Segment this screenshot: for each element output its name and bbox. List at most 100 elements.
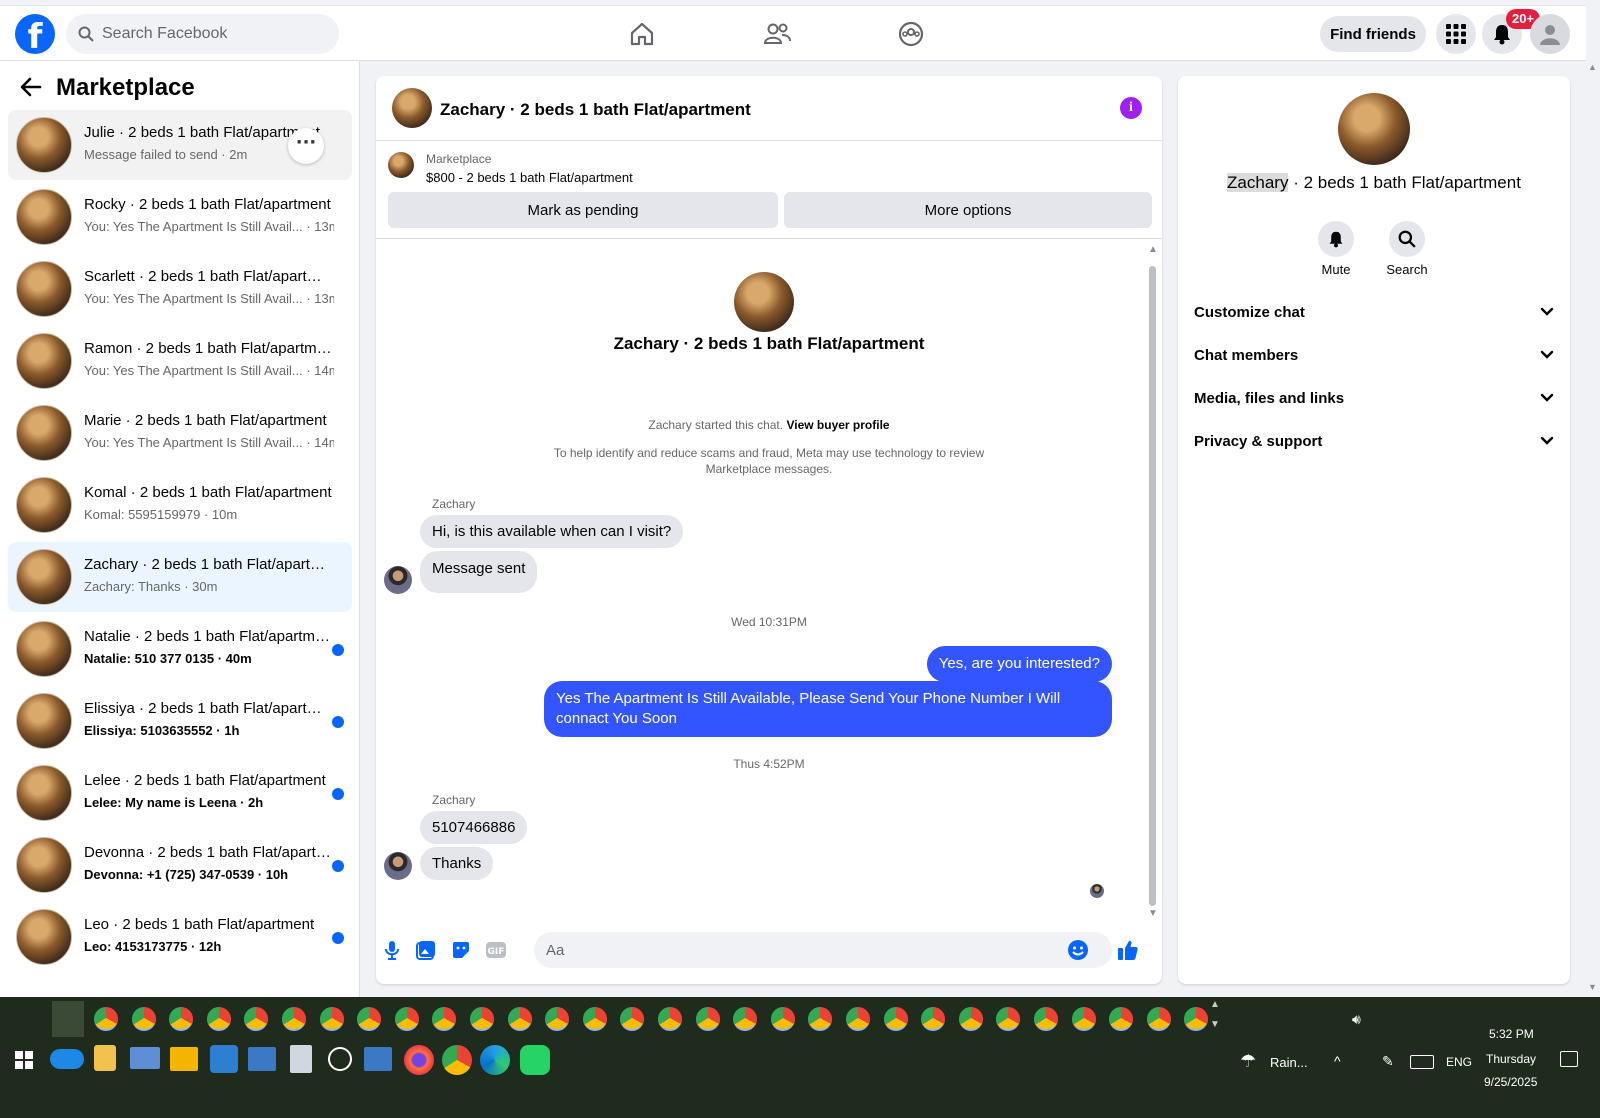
facebook-logo[interactable]: f — [15, 14, 55, 54]
onedrive-icon[interactable] — [50, 1049, 84, 1069]
friends-icon[interactable] — [761, 18, 793, 50]
chrome-icon[interactable] — [442, 1045, 472, 1075]
chrome-window-icon[interactable] — [1146, 1007, 1171, 1031]
conversation-item[interactable]: Lelee · 2 beds 1 bath Flat/apartment Lele… — [8, 758, 352, 828]
chrome-window-icon[interactable] — [545, 1007, 570, 1031]
chrome-window-icon[interactable] — [244, 1007, 269, 1031]
settings-window-icon[interactable] — [364, 1047, 392, 1071]
home-icon[interactable] — [626, 18, 658, 50]
chrome-window-icon[interactable] — [733, 1007, 758, 1031]
chat-header-avatar[interactable] — [392, 88, 432, 128]
chrome-window-icon[interactable] — [808, 1007, 833, 1031]
conversation-item[interactable]: Scarlett · 2 beds 1 bath Flat/apartment Y… — [8, 254, 352, 324]
chrome-window-icon[interactable] — [883, 1007, 908, 1031]
sender-avatar[interactable] — [384, 852, 412, 880]
info-section[interactable]: Privacy & support — [1194, 423, 1554, 459]
pen-icon[interactable]: ✎ — [1382, 1053, 1394, 1070]
chrome-window-icon[interactable] — [94, 1007, 118, 1031]
conversation-item[interactable]: Natalie · 2 beds 1 bath Flat/apartment Na… — [8, 614, 352, 684]
outgoing-message[interactable]: Yes The Apartment Is Still Available, Pl… — [544, 681, 1112, 737]
clock-date[interactable]: 9/25/2025 — [1484, 1075, 1537, 1089]
chrome-window-icon[interactable] — [470, 1007, 494, 1031]
chrome-window-icon[interactable] — [507, 1007, 532, 1031]
chat-title[interactable]: Zachary · 2 beds 1 bath Flat/apartment — [440, 100, 751, 120]
groups-icon[interactable] — [895, 18, 927, 50]
chrome-window-icon[interactable] — [695, 1007, 720, 1031]
view-buyer-profile-link[interactable]: View buyer profile — [786, 418, 889, 432]
mute-bell-icon[interactable] — [1318, 221, 1354, 257]
gif-icon[interactable]: GIF — [484, 938, 508, 962]
scroll-down-arrow-icon[interactable]: ▼ — [1148, 908, 1158, 919]
chrome-window-icon[interactable] — [958, 1007, 983, 1031]
photo-icon[interactable] — [414, 938, 438, 962]
search-box[interactable] — [66, 14, 339, 54]
volume-icon[interactable]: 🔊︎ — [1352, 1011, 1361, 1028]
windows-start-icon[interactable] — [15, 1051, 33, 1074]
clock-day[interactable]: Thursday — [1486, 1052, 1536, 1066]
sticker-icon[interactable] — [449, 938, 473, 962]
file-explorer-user-icon[interactable] — [94, 1045, 116, 1071]
this-pc-icon[interactable] — [130, 1047, 160, 1069]
chrome-window-icon[interactable] — [770, 1007, 795, 1031]
folder-icon[interactable] — [170, 1047, 198, 1071]
page-scroll-down-arrow-icon[interactable]: ▼ — [1588, 982, 1597, 992]
info-icon[interactable]: i — [1120, 97, 1142, 119]
chrome-window-icon[interactable] — [620, 1007, 645, 1031]
conversation-item[interactable]: Ramon · 2 beds 1 bath Flat/apartment You:… — [8, 326, 352, 396]
control-panel-icon[interactable] — [248, 1047, 276, 1071]
chrome-window-icon[interactable] — [394, 1007, 419, 1031]
chrome-window-icon[interactable] — [357, 1007, 382, 1031]
chrome-window-icon[interactable] — [169, 1007, 194, 1031]
chrome-window-icon[interactable] — [432, 1007, 457, 1031]
weather-icon[interactable]: ☂ — [1240, 1051, 1256, 1072]
incoming-message[interactable]: 5107466886 — [420, 811, 528, 844]
back-arrow-icon[interactable] — [20, 77, 42, 102]
app-circle-icon[interactable] — [328, 1047, 352, 1071]
conversation-item[interactable]: Komal · 2 beds 1 bath Flat/apartment Koma… — [8, 470, 352, 540]
search-in-chat-icon[interactable] — [1389, 221, 1425, 257]
chrome-window-icon[interactable] — [996, 1007, 1021, 1031]
more-options-button[interactable]: More options — [784, 192, 1152, 228]
incoming-message[interactable]: Message sent — [420, 551, 538, 593]
thumbs-up-icon[interactable] — [1116, 938, 1140, 962]
conversation-item[interactable]: Devonna · 2 beds 1 bath Flat/apartment De… — [8, 830, 352, 900]
chrome-window-icon[interactable] — [1109, 1007, 1134, 1031]
find-friends-button[interactable]: Find friends — [1320, 16, 1426, 52]
chrome-window-icon[interactable] — [1184, 1007, 1209, 1031]
listing-thumbnail[interactable] — [388, 152, 414, 178]
message-input[interactable] — [546, 941, 1066, 959]
taskbar-scroll-up-icon[interactable]: ▲ — [1210, 999, 1220, 1010]
firefox-icon[interactable] — [404, 1045, 434, 1075]
microphone-icon[interactable] — [380, 938, 404, 962]
menu-grid-icon[interactable] — [1436, 14, 1476, 54]
message-composer[interactable] — [534, 932, 1112, 968]
scrollbar-thumb[interactable] — [1149, 266, 1156, 906]
tray-chevron-icon[interactable]: ^ — [1334, 1053, 1341, 1069]
chrome-window-icon[interactable] — [846, 1007, 870, 1031]
chrome-window-icon[interactable] — [1034, 1007, 1058, 1031]
notification-center-icon[interactable] — [1560, 1051, 1578, 1067]
recycle-bin-icon[interactable] — [290, 1045, 312, 1073]
chrome-window-icon[interactable] — [282, 1007, 306, 1031]
weather-text[interactable]: Rain... — [1270, 1055, 1308, 1070]
mark-as-pending-button[interactable]: Mark as pending — [388, 192, 778, 228]
chrome-window-icon[interactable] — [206, 1007, 231, 1031]
conversation-item[interactable]: Leo · 2 beds 1 bath Flat/apartment Leo: 4… — [8, 902, 352, 972]
scroll-up-arrow-icon[interactable]: ▲ — [1148, 244, 1158, 255]
conversation-item[interactable]: Rocky · 2 beds 1 bath Flat/apartment You:… — [8, 182, 352, 252]
incoming-message[interactable]: Hi, is this available when can I visit? — [420, 515, 684, 548]
conversation-item[interactable]: Elissiya · 2 beds 1 bath Flat/apartment E… — [8, 686, 352, 756]
listing-title[interactable]: $800 - 2 beds 1 bath Flat/apartment — [426, 170, 633, 185]
chrome-window-icon[interactable] — [319, 1007, 344, 1031]
info-section[interactable]: Media, files and links — [1194, 380, 1554, 416]
chrome-window-icon[interactable] — [921, 1007, 946, 1031]
outgoing-message[interactable]: Yes, are you interested? — [926, 646, 1112, 682]
sender-avatar[interactable] — [384, 566, 412, 594]
conversation-item[interactable]: Marie · 2 beds 1 bath Flat/apartment You:… — [8, 398, 352, 468]
conversation-item[interactable]: Julie · 2 beds 1 bath Flat/apartment Mess… — [8, 110, 352, 180]
chrome-window-icon[interactable] — [131, 1007, 156, 1031]
edge-icon[interactable] — [480, 1045, 510, 1075]
info-avatar[interactable] — [1338, 93, 1410, 165]
keyboard-icon[interactable] — [1410, 1055, 1434, 1069]
active-app-slot[interactable] — [52, 1001, 84, 1037]
